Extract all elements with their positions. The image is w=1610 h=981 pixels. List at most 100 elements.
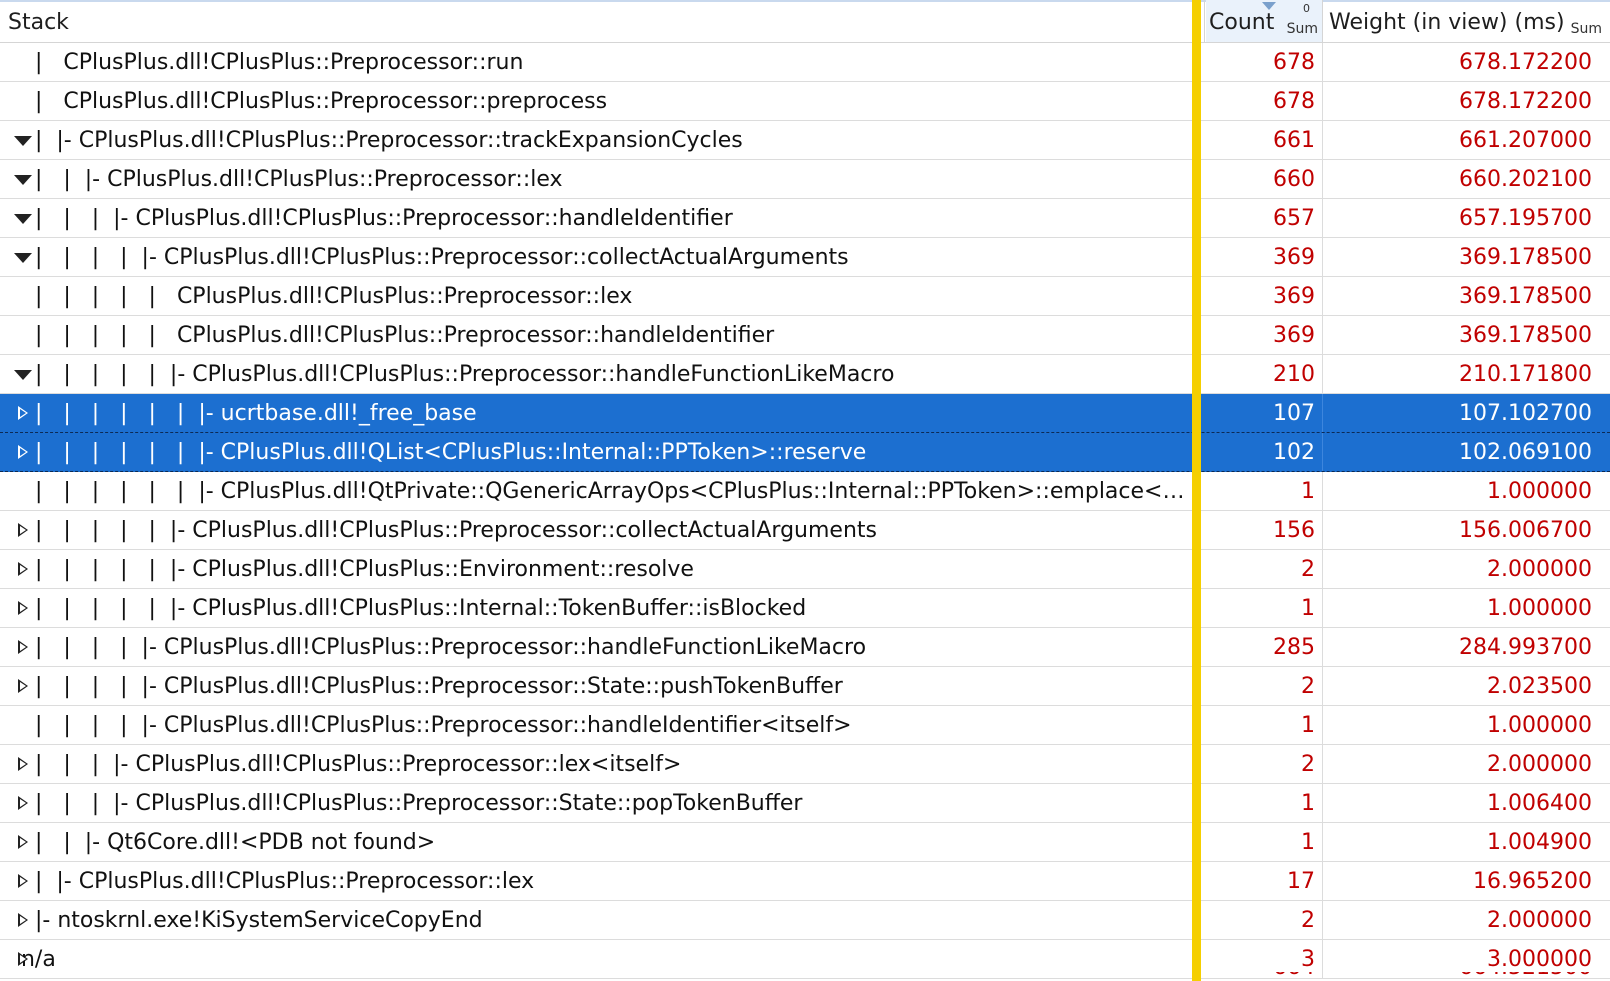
table-row[interactable]: | | | | | |- CPlusPlus.dll!CPlusPlus::Pr… [0,511,1610,550]
table-row[interactable]: | |- CPlusPlus.dll!CPlusPlus::Preprocess… [0,862,1610,901]
column-header-count[interactable]: Count 0 Sum [1206,0,1322,42]
stack-frame-label: CPlusPlus.dll!QtPrivate::QGenericArrayOp… [220,479,1185,504]
cell-divider [1322,745,1323,783]
weight-cell: 678.172200 [1459,50,1592,75]
table-row[interactable]: | | | |- CPlusPlus.dll!CPlusPlus::Prepro… [0,745,1610,784]
table-row[interactable]: | | | | | CPlusPlus.dll!CPlusPlus::Prepr… [0,316,1610,355]
table-row[interactable]: | | | | | |- CPlusPlus.dll!CPlusPlus::In… [0,589,1610,628]
table-row-partial[interactable]: 664 664.521500 [0,972,1610,981]
table-row[interactable]: | CPlusPlus.dll!CPlusPlus::Preprocessor:… [0,82,1610,121]
stack-frame-label: CPlusPlus.dll!CPlusPlus::Preprocessor::h… [163,713,852,738]
stack-cell: | | | | | | |- CPlusPlus.dll!QList<CPlus… [0,433,1185,471]
stack-cell: | |- CPlusPlus.dll!CPlusPlus::Preprocess… [0,121,1185,159]
table-row[interactable]: | | | | | | |- CPlusPlus.dll!QtPrivate::… [0,472,1610,511]
count-cell: 2 [1301,674,1315,699]
stack-frame-label: Qt6Core.dll!<PDB not found> [107,830,436,855]
stack-frame-label: CPlusPlus.dll!CPlusPlus::Preprocessor::h… [192,362,895,387]
stack-frame-label: ucrtbase.dll!_free_base [220,401,477,426]
table-row[interactable]: | | | | |- CPlusPlus.dll!CPlusPlus::Prep… [0,238,1610,277]
stack-cell: | | | | | |- CPlusPlus.dll!CPlusPlus::En… [0,550,1185,588]
table-row[interactable]: | | | | | | |- ucrtbase.dll!_free_base 10… [0,394,1610,433]
column-header-weight[interactable]: Weight (in view) (ms) Sum [1324,0,1610,42]
table-row[interactable]: | | | | | |- CPlusPlus.dll!CPlusPlus::En… [0,550,1610,589]
tree-indent-guide: | |- [0,128,79,153]
tree-indent-guide: | | | | | [0,284,177,309]
count-cell: 678 [1273,50,1315,75]
table-row[interactable]: | | |- Qt6Core.dll!<PDB not found> 1 1.004… [0,823,1610,862]
table-row[interactable]: | | | | |- CPlusPlus.dll!CPlusPlus::Prep… [0,706,1610,745]
weight-cell: 369.178500 [1459,284,1592,309]
column-header-bar: Stack Count 0 Sum Weight (in view) (ms) … [0,0,1610,43]
cell-divider [1322,160,1323,198]
weight-cell: 660.202100 [1459,167,1592,192]
table-row[interactable]: | | | | | | |- CPlusPlus.dll!QList<CPlus… [0,433,1610,472]
stack-frame-label: CPlusPlus.dll!CPlusPlus::Preprocessor::l… [107,167,563,192]
table-row[interactable]: | |- CPlusPlus.dll!CPlusPlus::Preprocess… [0,121,1610,160]
stack-frame-label: CPlusPlus.dll!CPlusPlus::Preprocessor::h… [163,635,867,660]
table-row[interactable]: | | | | | CPlusPlus.dll!CPlusPlus::Prepr… [0,277,1610,316]
stack-frame-label: CPlusPlus.dll!CPlusPlus::Preprocessor::p… [63,89,608,114]
weight-cell: 369.178500 [1459,245,1592,270]
cell-divider [1322,784,1323,822]
count-cell: 2 [1301,557,1315,582]
weight-cell: 284.993700 [1459,635,1592,660]
column-divider[interactable] [1204,0,1205,42]
count-cell: 369 [1273,284,1315,309]
count-cell: 369 [1273,323,1315,348]
count-cell: 1 [1301,596,1315,621]
frozen-column-divider[interactable] [1192,0,1201,981]
stack-tree-table: | CPlusPlus.dll!CPlusPlus::Preprocessor:… [0,43,1610,979]
sort-index-label: 0 [1303,2,1310,15]
count-cell: 678 [1273,89,1315,114]
cell-divider [1322,823,1323,861]
stack-cell: | |- CPlusPlus.dll!CPlusPlus::Preprocess… [0,862,1185,900]
stack-cell: | | | |- CPlusPlus.dll!CPlusPlus::Prepro… [0,745,1185,783]
stack-frame-label: CPlusPlus.dll!CPlusPlus::Environment::re… [192,557,694,582]
weight-cell: 2.000000 [1487,908,1592,933]
weight-cell: 210.171800 [1459,362,1592,387]
weight-cell: 107.102700 [1459,401,1592,426]
tree-indent-guide: | |- [0,869,79,894]
tree-indent-guide: | | |- [0,830,108,855]
table-row[interactable]: | | |- CPlusPlus.dll!CPlusPlus::Preproce… [0,160,1610,199]
stack-frame-label: CPlusPlus.dll!CPlusPlus::Preprocessor::h… [176,323,775,348]
stack-frame-label: CPlusPlus.dll!CPlusPlus::Preprocessor::t… [78,128,743,153]
stack-cell: | | | | | CPlusPlus.dll!CPlusPlus::Prepr… [0,316,1185,354]
table-row[interactable]: |- ntoskrnl.exe!KiSystemServiceCopyEnd 2 2… [0,901,1610,940]
cell-divider [1322,82,1323,120]
stack-frame-label: CPlusPlus.dll!CPlusPlus::Internal::Token… [192,596,807,621]
sort-descending-icon [1262,2,1276,10]
stack-cell: | | | | | |- CPlusPlus.dll!CPlusPlus::Pr… [0,511,1185,549]
cell-divider [1322,589,1323,627]
weight-cell: 657.195700 [1459,206,1592,231]
column-divider[interactable] [1322,0,1323,42]
count-cell: 2 [1301,752,1315,777]
tree-indent-guide: | | | | | |- [0,518,193,543]
count-cell: 369 [1273,245,1315,270]
count-cell: 657 [1273,206,1315,231]
weight-aggregate-label: Sum [1570,21,1602,37]
cell-divider [1322,628,1323,666]
count-cell: 102 [1273,440,1315,465]
table-row[interactable]: | CPlusPlus.dll!CPlusPlus::Preprocessor:… [0,43,1610,82]
cell-divider [1322,706,1323,744]
stack-cell: | CPlusPlus.dll!CPlusPlus::Preprocessor:… [0,82,1185,120]
table-row[interactable]: | | | | |- CPlusPlus.dll!CPlusPlus::Prep… [0,628,1610,667]
stack-cell: | | | |- CPlusPlus.dll!CPlusPlus::Prepro… [0,199,1185,237]
tree-indent-guide: | | | | | |- [0,557,193,582]
cell-divider [1322,43,1323,81]
table-row[interactable]: | | | |- CPlusPlus.dll!CPlusPlus::Prepro… [0,784,1610,823]
table-row[interactable]: | | | | | |- CPlusPlus.dll!CPlusPlus::Pr… [0,355,1610,394]
stack-cell: | | | | |- CPlusPlus.dll!CPlusPlus::Prep… [0,238,1185,276]
weight-cell: 2.000000 [1487,557,1592,582]
cell-divider [1322,199,1323,237]
tree-indent-guide: | | | | | | |- [0,401,221,426]
tree-indent-guide: | | | | | |- [0,596,193,621]
stack-frame-label: CPlusPlus.dll!CPlusPlus::Preprocessor::r… [63,50,524,75]
stack-frame-label: CPlusPlus.dll!CPlusPlus::Preprocessor::c… [192,518,877,543]
table-row[interactable]: | | | |- CPlusPlus.dll!CPlusPlus::Prepro… [0,199,1610,238]
column-header-stack[interactable]: Stack [8,0,1178,42]
table-row[interactable]: | | | | |- CPlusPlus.dll!CPlusPlus::Prep… [0,667,1610,706]
stack-frame-label: n/a [20,947,56,972]
tree-indent-guide: | | | | | | |- [0,440,221,465]
